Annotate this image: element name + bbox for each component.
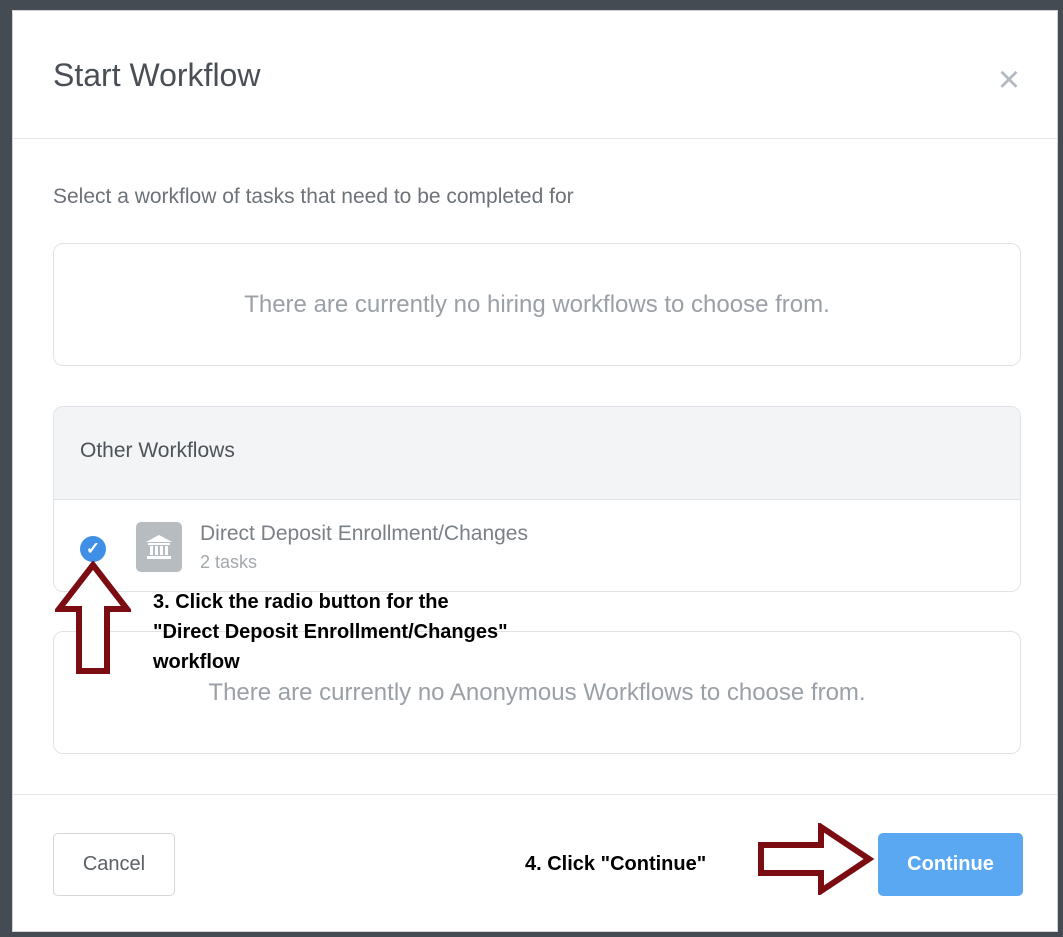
- bank-icon: [136, 522, 182, 572]
- other-workflows-panel: Other Workflows ✓ Direct Deposit Enrollm…: [53, 406, 1021, 592]
- selected-radio-icon[interactable]: ✓: [80, 536, 106, 562]
- modal-intro-text: Select a workflow of tasks that need to …: [53, 185, 574, 208]
- other-workflows-title: Other Workflows: [80, 439, 235, 462]
- annotation-step-3: 3. Click the radio button for the "Direc…: [153, 587, 623, 677]
- continue-button[interactable]: Continue: [878, 833, 1023, 896]
- start-workflow-modal: Start Workflow × Select a workflow of ta…: [12, 10, 1058, 932]
- annotation-step-4: 4. Click "Continue": [525, 853, 707, 875]
- other-workflows-header: Other Workflows: [54, 407, 1020, 500]
- annotation-step-3-line: workflow: [153, 651, 240, 673]
- modal-title: Start Workflow: [53, 57, 261, 93]
- modal-header: Start Workflow ×: [13, 11, 1057, 139]
- close-icon[interactable]: ×: [991, 61, 1027, 99]
- workflow-name: Direct Deposit Enrollment/Changes: [200, 522, 528, 545]
- annotation-arrow-up-icon: [52, 560, 134, 682]
- hiring-workflows-empty-state: There are currently no hiring workflows …: [53, 243, 1021, 366]
- annotation-step-3-line: "Direct Deposit Enrollment/Changes": [153, 621, 508, 643]
- annotation-arrow-right-icon: [757, 821, 875, 900]
- workflow-task-count: 2 tasks: [200, 552, 258, 572]
- cancel-button[interactable]: Cancel: [53, 833, 175, 896]
- workflow-item-direct-deposit[interactable]: ✓ Direct Deposit Enrollment/Changes 2 ta…: [54, 500, 1020, 591]
- annotation-step-3-line: 3. Click the radio button for the: [153, 591, 449, 613]
